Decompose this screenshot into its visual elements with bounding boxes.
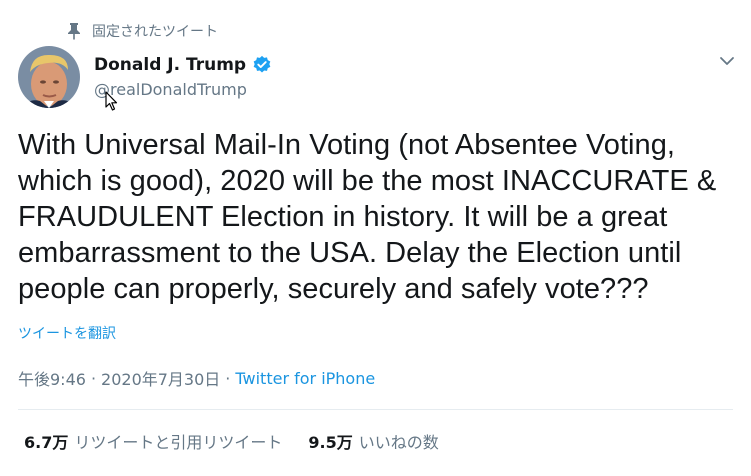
avatar[interactable] <box>18 46 80 108</box>
tweet-card: 固定されたツイート Donald J. Trump @realDonaldTru… <box>0 0 751 476</box>
retweets-stat[interactable]: 6.7万 リツイートと引用リツイート <box>24 429 282 453</box>
likes-count: 9.5万 <box>308 433 353 452</box>
author-handle[interactable]: @realDonaldTrump <box>94 80 272 99</box>
translate-tweet-link[interactable]: ツイートを翻訳 <box>18 323 116 343</box>
likes-stat[interactable]: 9.5万 いいねの数 <box>308 429 438 453</box>
pin-icon <box>66 22 82 40</box>
meta-separator: · <box>225 368 231 388</box>
retweets-label: リツイートと引用リツイート <box>74 433 283 452</box>
tweet-text: With Universal Mail-In Voting (not Absen… <box>18 129 717 305</box>
pinned-tweet-header: 固定されたツイート <box>66 20 218 42</box>
verified-badge-icon <box>252 55 272 75</box>
pinned-label: 固定されたツイート <box>92 24 218 40</box>
tweet-stats: 6.7万 リツイートと引用リツイート 9.5万 いいねの数 <box>24 429 439 453</box>
author-block: Donald J. Trump @realDonaldTrump <box>94 52 272 99</box>
author-display-name[interactable]: Donald J. Trump <box>94 55 246 75</box>
tweet-date[interactable]: 2020年7月30日 <box>101 366 220 390</box>
chevron-down-icon[interactable] <box>716 52 738 70</box>
mouse-cursor-icon <box>105 91 119 111</box>
tweet-source-link[interactable]: Twitter for iPhone <box>235 369 375 388</box>
meta-separator: · <box>90 368 97 388</box>
author-name-row: Donald J. Trump <box>94 52 272 78</box>
retweets-count: 6.7万 <box>24 433 69 452</box>
tweet-time[interactable]: 午後9:46 <box>18 366 86 390</box>
likes-label: いいねの数 <box>358 433 439 452</box>
divider <box>18 409 733 410</box>
tweet-metadata: 午後9:46 · 2020年7月30日 · Twitter for iPhone <box>18 366 375 390</box>
